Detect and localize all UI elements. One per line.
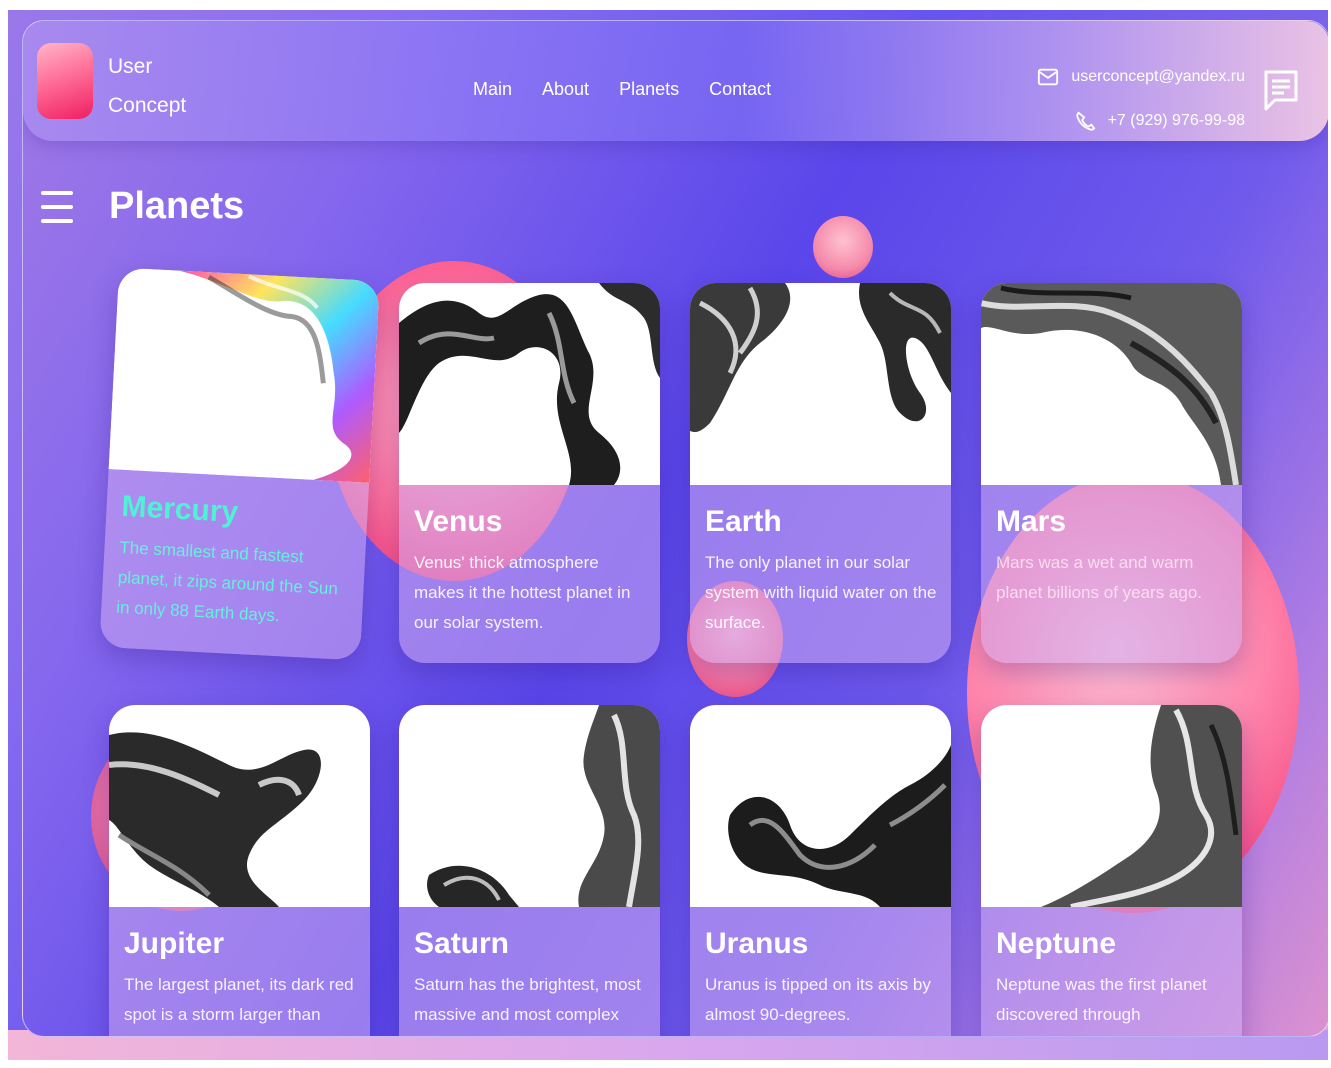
phone-row[interactable]: +7 (929) 976-99-98 xyxy=(1037,99,1245,143)
planet-card-mercury[interactable]: Mercury The smallest and fastest planet,… xyxy=(99,267,380,661)
contact-phone: +7 (929) 976-99-98 xyxy=(1107,112,1245,129)
card-title: Venus xyxy=(414,505,503,538)
contact-email: userconcept@yandex.ru xyxy=(1071,68,1245,85)
nav-planets[interactable]: Planets xyxy=(619,79,679,100)
hamburger-menu-icon[interactable] xyxy=(41,191,73,231)
card-description: Neptune was the first planet discovered … xyxy=(996,975,1207,1024)
phone-icon xyxy=(1075,111,1095,131)
card-title: Earth xyxy=(705,505,782,538)
card-title: Mercury xyxy=(120,489,240,529)
planet-image xyxy=(399,705,660,907)
card-description: The only planet in our solar system with… xyxy=(705,553,937,632)
site-header: User Concept Main About Planets Contact … xyxy=(23,21,1328,141)
contact-info: userconcept@yandex.ru +7 (929) 976-99-98 xyxy=(1037,55,1245,143)
logo-text[interactable]: User Concept xyxy=(108,47,186,125)
planet-image xyxy=(690,283,951,485)
email-row[interactable]: userconcept@yandex.ru xyxy=(1037,55,1245,99)
card-description: Saturn has the brightest, most massive a… xyxy=(414,975,641,1036)
planet-card-jupiter[interactable]: Jupiter The largest planet, its dark red… xyxy=(109,705,370,1036)
card-description: Uranus is tipped on its axis by almost 9… xyxy=(705,975,931,1024)
nav-about[interactable]: About xyxy=(542,79,589,100)
planet-image xyxy=(399,283,660,485)
card-title: Neptune xyxy=(996,927,1116,960)
planet-card-neptune[interactable]: Neptune Neptune was the first planet dis… xyxy=(981,705,1242,1036)
app-window: User Concept Main About Planets Contact … xyxy=(22,20,1328,1037)
planet-image xyxy=(690,705,951,907)
planet-card-earth[interactable]: Earth The only planet in our solar syste… xyxy=(690,283,951,663)
chat-icon[interactable] xyxy=(1263,69,1299,113)
planet-card-venus[interactable]: Venus Venus' thick atmosphere makes it t… xyxy=(399,283,660,663)
card-description: The smallest and fastest planet, it zips… xyxy=(115,537,339,626)
main-nav: Main About Planets Contact xyxy=(473,79,771,100)
page-title: Planets xyxy=(109,185,245,227)
card-title: Uranus xyxy=(705,927,809,960)
nav-contact[interactable]: Contact xyxy=(709,79,771,100)
mail-icon xyxy=(1038,68,1059,86)
page-frame: User Concept Main About Planets Contact … xyxy=(8,10,1328,1060)
card-description: Venus' thick atmosphere makes it the hot… xyxy=(414,553,631,632)
planet-card-uranus[interactable]: Uranus Uranus is tipped on its axis by a… xyxy=(690,705,951,1036)
planet-image xyxy=(108,267,380,483)
logo-icon[interactable] xyxy=(37,43,93,119)
planet-card-saturn[interactable]: Saturn Saturn has the brightest, most ma… xyxy=(399,705,660,1036)
nav-main[interactable]: Main xyxy=(473,79,512,100)
planet-image xyxy=(981,283,1242,485)
planet-image xyxy=(109,705,370,907)
card-title: Jupiter xyxy=(124,927,225,960)
card-description: The largest planet, its dark red spot is… xyxy=(124,975,354,1024)
card-title: Mars xyxy=(996,505,1067,538)
logo-line-2: Concept xyxy=(108,94,187,117)
planet-image xyxy=(981,705,1242,907)
card-title: Saturn xyxy=(414,927,510,960)
planet-card-mars[interactable]: Mars Mars was a wet and warm planet bill… xyxy=(981,283,1242,663)
card-description: Mars was a wet and warm planet billions … xyxy=(996,553,1203,602)
decorative-blob xyxy=(813,216,873,278)
logo-line-1: User xyxy=(108,55,153,78)
